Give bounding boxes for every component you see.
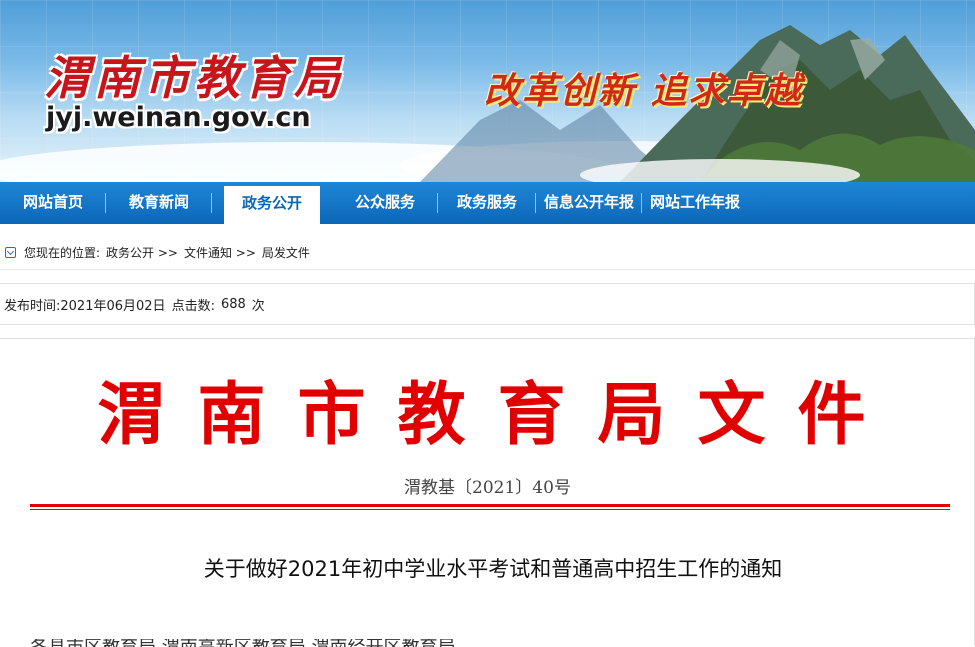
nav-item-education-news[interactable]: 教育新闻 (106, 182, 212, 224)
nav-item-home[interactable]: 网站首页 (0, 182, 106, 224)
document-body: 渭南市教育局文件 渭教基〔2021〕40号 关于做好2021年初中学业水平考试和… (0, 338, 975, 647)
site-banner: 渭南市教育局 jyj.weinan.gov.cn 改革创新 追求卓越 (0, 0, 975, 182)
location-icon (5, 247, 16, 258)
clicks-label: 点击数: (171, 298, 215, 314)
breadcrumb-link-bureau-documents[interactable]: 局发文件 (262, 244, 310, 261)
site-domain: jyj.weinan.gov.cn (46, 102, 311, 133)
document-title: 关于做好2021年初中学业水平考试和普通高中招生工作的通知 (203, 557, 783, 581)
clicks-unit: 次 (251, 298, 265, 314)
document-number: 渭教基〔2021〕40号 (404, 478, 571, 498)
nav-item-government-affairs[interactable]: 政务公开 (224, 186, 320, 224)
red-divider (30, 504, 950, 510)
publish-label: 发布时间: (4, 298, 61, 314)
publish-date: 2021年06月02日 (60, 298, 166, 314)
nav-item-public-services[interactable]: 公众服务 (332, 182, 438, 224)
nav-item-gov-services[interactable]: 政务服务 (438, 182, 536, 224)
main-nav: 网站首页 教育新闻 政务公开 公众服务 政务服务 信息公开年报 网站工作年报 (0, 182, 975, 224)
document-body-text: 各县市区教育局,渭南高新区教育局,渭南经开区教育局 (30, 639, 490, 647)
slogan: 改革创新 追求卓越 (484, 70, 803, 112)
breadcrumb-prefix: 您现在的位置: (24, 246, 101, 260)
nav-item-site-annual-report[interactable]: 网站工作年报 (642, 182, 748, 224)
breadcrumb-link-notices[interactable]: 文件通知 >> (184, 244, 256, 261)
breadcrumb-link-government-affairs[interactable]: 政务公开 >> (106, 244, 178, 261)
article-meta: 发布时间: 2021年06月02日 点击数: 688 次 (0, 283, 975, 325)
clicks-count: 688 (220, 296, 246, 312)
document-header: 渭南市教育局文件 (97, 375, 898, 455)
nav-item-info-annual-report[interactable]: 信息公开年报 (536, 182, 642, 224)
breadcrumb: 您现在的位置: 政务公开 >> 文件通知 >> 局发文件 (0, 236, 975, 270)
site-title: 渭南市教育局 (44, 51, 344, 105)
